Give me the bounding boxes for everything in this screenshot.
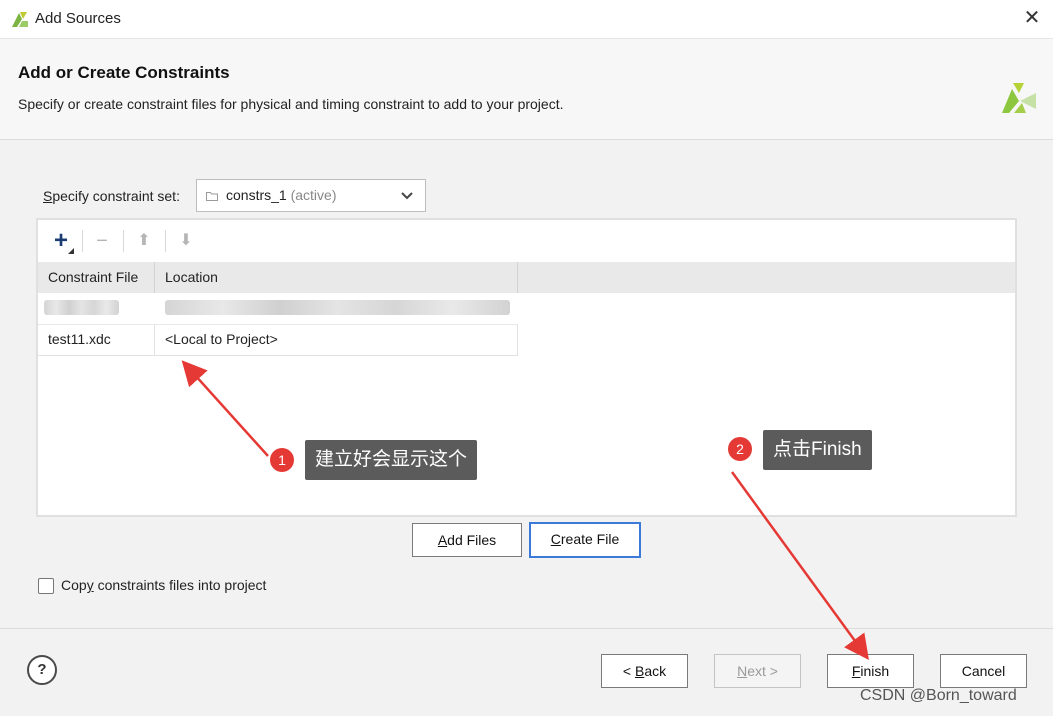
annotation-badge-1: 1 — [270, 448, 294, 472]
finish-button[interactable]: Finish — [827, 654, 914, 688]
constraint-files-panel: + − ⬆ ⬇ Constraint File Location test11.… — [36, 218, 1017, 517]
back-button[interactable]: < Back — [601, 654, 688, 688]
remove-icon[interactable]: − — [89, 228, 115, 254]
dialog-footer: ? < Back Next > Finish Cancel CSDN @Born… — [0, 628, 1053, 716]
title-bar: Add Sources ✕ — [0, 0, 1053, 39]
move-up-icon[interactable]: ⬆ — [131, 228, 157, 254]
copy-constraints-label[interactable]: Copy constraints files into project — [61, 577, 266, 593]
table-header: Constraint File Location — [38, 262, 1015, 293]
window-title: Add Sources — [35, 10, 121, 27]
watermark: CSDN @Born_toward — [860, 687, 1017, 704]
add-dropdown-indicator-icon — [68, 248, 74, 254]
next-button: Next > — [714, 654, 801, 688]
annotation-badge-2: 2 — [728, 437, 752, 461]
move-down-icon[interactable]: ⬇ — [173, 228, 199, 254]
content-area: Specify constraint set: constrs_1 (activ… — [0, 140, 1053, 628]
toolbar-separator — [82, 230, 83, 252]
toolbar-separator — [165, 230, 166, 252]
page-title: Add or Create Constraints — [18, 63, 230, 82]
page-description: Specify or create constraint files for p… — [18, 96, 564, 112]
constraint-file-cell: test11.xdc — [38, 324, 155, 355]
redacted-file-name — [44, 300, 119, 315]
toolbar-separator — [123, 230, 124, 252]
constraint-set-dropdown[interactable]: constrs_1 (active) — [196, 179, 426, 212]
chevron-down-icon — [401, 192, 413, 200]
add-files-button[interactable]: Add Files — [412, 523, 522, 557]
close-icon[interactable]: ✕ — [1020, 6, 1044, 30]
location-cell: <Local to Project> — [155, 324, 518, 355]
cancel-button[interactable]: Cancel — [940, 654, 1027, 688]
column-header-constraint-file[interactable]: Constraint File — [38, 262, 155, 293]
table-row-redacted[interactable] — [38, 293, 518, 325]
column-header-location[interactable]: Location — [155, 262, 518, 293]
copy-constraints-checkbox[interactable] — [38, 578, 54, 594]
page-header: Add or Create Constraints Specify or cre… — [0, 39, 1053, 140]
annotation-callout-1: 建立好会显示这个 — [305, 440, 478, 480]
xilinx-logo-icon — [1002, 83, 1036, 113]
dropdown-value: constrs_1 (active) — [226, 187, 337, 203]
create-file-button[interactable]: Create File — [529, 522, 641, 558]
folder-icon — [206, 192, 218, 201]
constraint-set-label: Specify constraint set: — [43, 188, 180, 204]
annotation-callout-2: 点击Finish — [763, 430, 872, 470]
redacted-location — [165, 300, 510, 315]
help-button[interactable]: ? — [27, 655, 57, 685]
table-toolbar: + − ⬆ ⬇ — [38, 220, 1015, 262]
table-row[interactable]: test11.xdc <Local to Project> — [38, 324, 518, 356]
vivado-logo-icon — [12, 12, 28, 27]
